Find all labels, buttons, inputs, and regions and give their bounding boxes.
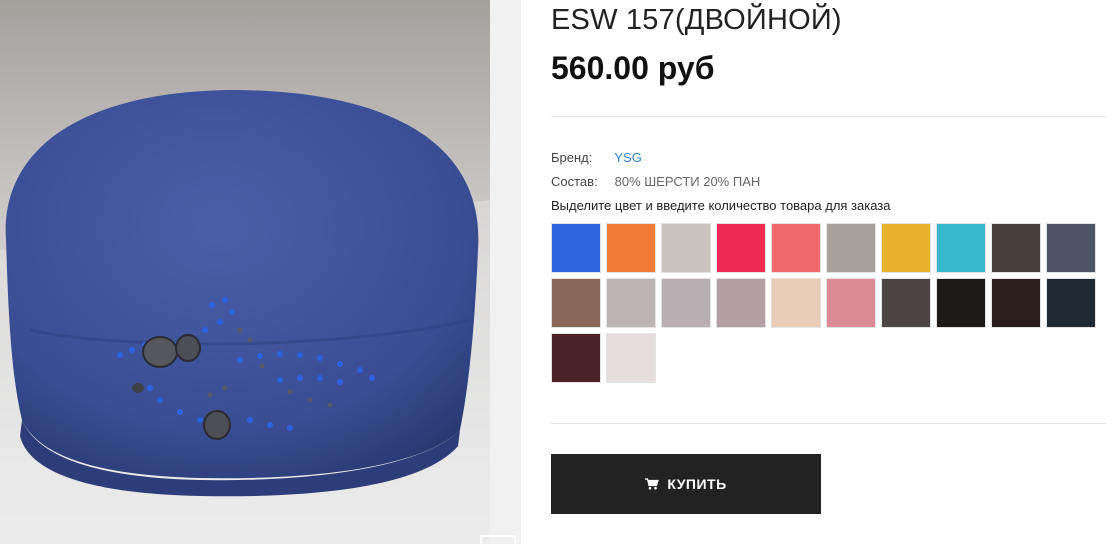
color-swatch-11[interactable] [551,278,601,328]
spec-brand: Бренд: YSG [551,150,642,165]
color-instruction: Выделите цвет и введите количество товар… [551,198,891,213]
spec-composition: Состав: 80% ШЕРСТИ 20% ПАН [551,174,760,189]
color-swatch-7[interactable] [881,223,931,273]
color-swatch-21[interactable] [551,333,601,383]
image-gutter [490,0,521,544]
color-swatch-17[interactable] [881,278,931,328]
product-price: 560.00 руб [551,50,715,86]
color-swatch-9[interactable] [991,223,1041,273]
color-swatch-4[interactable] [716,223,766,273]
product-image[interactable] [0,0,490,544]
color-swatch-8[interactable] [936,223,986,273]
color-swatch-10[interactable] [1046,223,1096,273]
brand-link[interactable]: YSG [614,150,641,165]
buy-button[interactable]: КУПИТЬ [551,454,821,514]
cart-icon [645,478,660,490]
color-swatch-1[interactable] [551,223,601,273]
color-swatch-20[interactable] [1046,278,1096,328]
buy-button-label: КУПИТЬ [667,476,727,492]
divider [551,116,1106,117]
beret-photo [0,0,490,544]
color-swatch-19[interactable] [991,278,1041,328]
color-swatch-15[interactable] [771,278,821,328]
color-swatch-5[interactable] [771,223,821,273]
spec-composition-label: Состав: [551,174,598,189]
divider [551,423,1106,424]
spec-composition-value: 80% ШЕРСТИ 20% ПАН [614,174,761,189]
color-swatch-14[interactable] [716,278,766,328]
color-swatch-6[interactable] [826,223,876,273]
color-swatch-13[interactable] [661,278,711,328]
color-swatch-16[interactable] [826,278,876,328]
product-title: ESW 157(ДВОЙНОЙ) [551,4,842,36]
color-swatch-3[interactable] [661,223,711,273]
thumbnail-indicator[interactable] [480,535,516,544]
color-swatch-18[interactable] [936,278,986,328]
color-swatch-12[interactable] [606,278,656,328]
color-swatch-2[interactable] [606,223,656,273]
spec-brand-label: Бренд: [551,150,593,165]
color-swatch-22[interactable] [606,333,656,383]
color-swatches [551,223,1106,383]
